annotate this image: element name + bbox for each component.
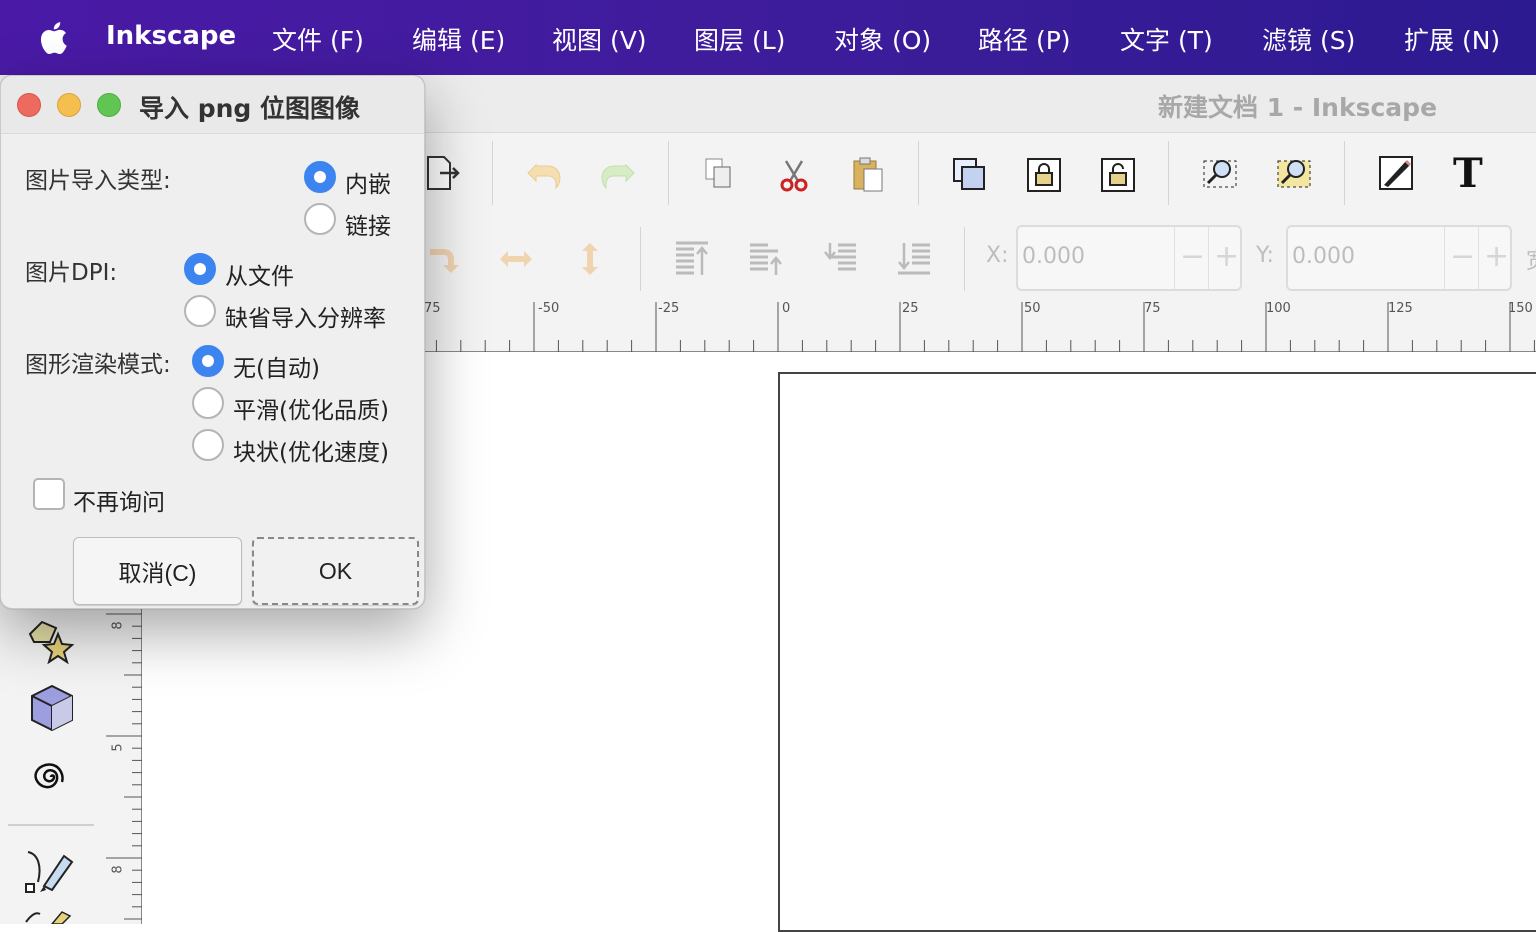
- app-menu-inkscape[interactable]: Inkscape: [106, 21, 236, 51]
- x-increment-button[interactable]: +: [1214, 239, 1239, 274]
- menu-extensions[interactable]: 扩展 (N): [1404, 21, 1500, 57]
- dialog-title: 导入 png 位图图像: [139, 94, 360, 123]
- x-decrement-button[interactable]: −: [1180, 239, 1205, 274]
- dpi-from-file-radio[interactable]: [184, 253, 216, 285]
- cancel-button[interactable]: 取消(C): [73, 537, 242, 605]
- ruler-label: 25: [902, 301, 919, 316]
- 3d-box-tool-icon[interactable]: [26, 682, 78, 734]
- ruler-label: 75: [1144, 301, 1161, 316]
- minimize-button[interactable]: [57, 93, 81, 117]
- menu-text[interactable]: 文字 (T): [1120, 21, 1213, 57]
- render-auto-label[interactable]: 无(自动): [233, 349, 320, 383]
- dpi-default-radio[interactable]: [184, 295, 216, 327]
- ruler-label: 50: [1024, 301, 1041, 316]
- paste-icon[interactable]: [848, 155, 888, 195]
- lower-icon[interactable]: [820, 239, 860, 279]
- duplicate-icon[interactable]: [700, 155, 740, 195]
- image-import-type-label: 图片导入类型:: [25, 168, 171, 194]
- render-mode-label: 图形渲染模式:: [25, 352, 171, 378]
- close-button[interactable]: [17, 93, 41, 117]
- flip-horizontal-icon[interactable]: [496, 239, 536, 279]
- dont-ask-checkbox[interactable]: [33, 478, 65, 510]
- redo-icon[interactable]: [598, 155, 638, 195]
- render-blocky-radio[interactable]: [192, 429, 224, 461]
- flip-vertical-icon[interactable]: [570, 239, 610, 279]
- link-radio[interactable]: [304, 203, 336, 235]
- svg-text:T: T: [1453, 153, 1483, 193]
- dialog-title-bar: 导入 png 位图图像: [1, 76, 424, 134]
- macos-menu-bar: Inkscape 文件 (F) 编辑 (E) 视图 (V) 图层 (L) 对象 …: [0, 0, 1536, 75]
- render-blocky-label[interactable]: 块状(优化速度): [233, 433, 389, 467]
- w-label: 宽: [1526, 243, 1536, 275]
- menu-filters[interactable]: 滤镜 (S): [1262, 21, 1355, 57]
- raise-icon[interactable]: [746, 239, 786, 279]
- v-ruler-label: 5: [110, 743, 126, 752]
- rotate-90-icon[interactable]: [424, 239, 464, 279]
- x-value[interactable]: 0.000: [1022, 244, 1085, 269]
- unlock-group-icon[interactable]: [1098, 155, 1138, 195]
- menu-file[interactable]: 文件 (F): [272, 21, 364, 57]
- ruler-label: 0: [782, 301, 790, 316]
- image-dpi-label: 图片DPI:: [25, 260, 118, 286]
- pencil-tool-icon[interactable]: [22, 910, 78, 924]
- zoom-selection-icon[interactable]: [1200, 153, 1240, 193]
- ruler-label: 150: [1508, 301, 1533, 316]
- spiral-tool-icon[interactable]: [26, 752, 76, 802]
- ruler-label: 125: [1388, 301, 1413, 316]
- export-icon[interactable]: [424, 153, 464, 193]
- ruler-label: 75: [424, 301, 441, 316]
- ruler-label: -50: [538, 301, 559, 316]
- zoom-drawing-icon[interactable]: [1274, 153, 1314, 193]
- link-radio-label[interactable]: 链接: [345, 207, 391, 241]
- group-icon[interactable]: [950, 155, 990, 195]
- menu-path[interactable]: 路径 (P): [978, 21, 1071, 57]
- page-area[interactable]: [778, 372, 1536, 932]
- v-ruler-label: 8: [110, 621, 126, 630]
- y-value[interactable]: 0.000: [1292, 244, 1355, 269]
- ruler-label: -25: [658, 301, 679, 316]
- x-label: X:: [986, 243, 1009, 268]
- y-spinbox[interactable]: 0.000 − +: [1286, 225, 1512, 291]
- zoom-button[interactable]: [97, 93, 121, 117]
- dont-ask-label[interactable]: 不再询问: [73, 483, 165, 517]
- lower-to-bottom-icon[interactable]: [894, 239, 934, 279]
- render-auto-radio[interactable]: [192, 345, 224, 377]
- lock-group-icon[interactable]: [1024, 155, 1064, 195]
- render-smooth-radio[interactable]: [192, 387, 224, 419]
- render-smooth-label[interactable]: 平滑(优化品质): [233, 391, 389, 425]
- cut-icon[interactable]: [774, 155, 814, 195]
- ruler-label: 100: [1266, 301, 1291, 316]
- v-ruler-label: 8: [110, 865, 126, 874]
- y-label: Y:: [1256, 243, 1274, 268]
- y-decrement-button[interactable]: −: [1450, 239, 1475, 274]
- menu-layer[interactable]: 图层 (L): [694, 21, 785, 57]
- toolbox-separator: [8, 824, 94, 826]
- menu-view[interactable]: 视图 (V): [552, 21, 647, 57]
- menu-edit[interactable]: 编辑 (E): [412, 21, 505, 57]
- dpi-default-label[interactable]: 缺省导入分辨率: [225, 299, 386, 333]
- window-title: 新建文档 1 - Inkscape: [1158, 93, 1438, 122]
- embed-radio-label[interactable]: 内嵌: [345, 165, 391, 199]
- ok-button[interactable]: OK: [252, 537, 419, 605]
- star-tool-icon[interactable]: [24, 616, 78, 664]
- pen-bezier-tool-icon[interactable]: [22, 846, 78, 898]
- dpi-from-file-label[interactable]: 从文件: [225, 257, 294, 291]
- calligraphy-pen-icon[interactable]: [1376, 153, 1416, 193]
- x-spinbox[interactable]: 0.000 − +: [1016, 225, 1242, 291]
- import-png-dialog: 导入 png 位图图像 图片导入类型: 内嵌 链接 图片DPI: 从文件 缺省导…: [0, 75, 425, 609]
- undo-icon[interactable]: [524, 155, 564, 195]
- apple-logo-icon[interactable]: [38, 22, 68, 54]
- menu-object[interactable]: 对象 (O): [834, 21, 931, 57]
- text-tool-icon[interactable]: T: [1450, 153, 1490, 193]
- embed-radio[interactable]: [304, 161, 336, 193]
- raise-to-top-icon[interactable]: [672, 239, 712, 279]
- y-increment-button[interactable]: +: [1484, 239, 1509, 274]
